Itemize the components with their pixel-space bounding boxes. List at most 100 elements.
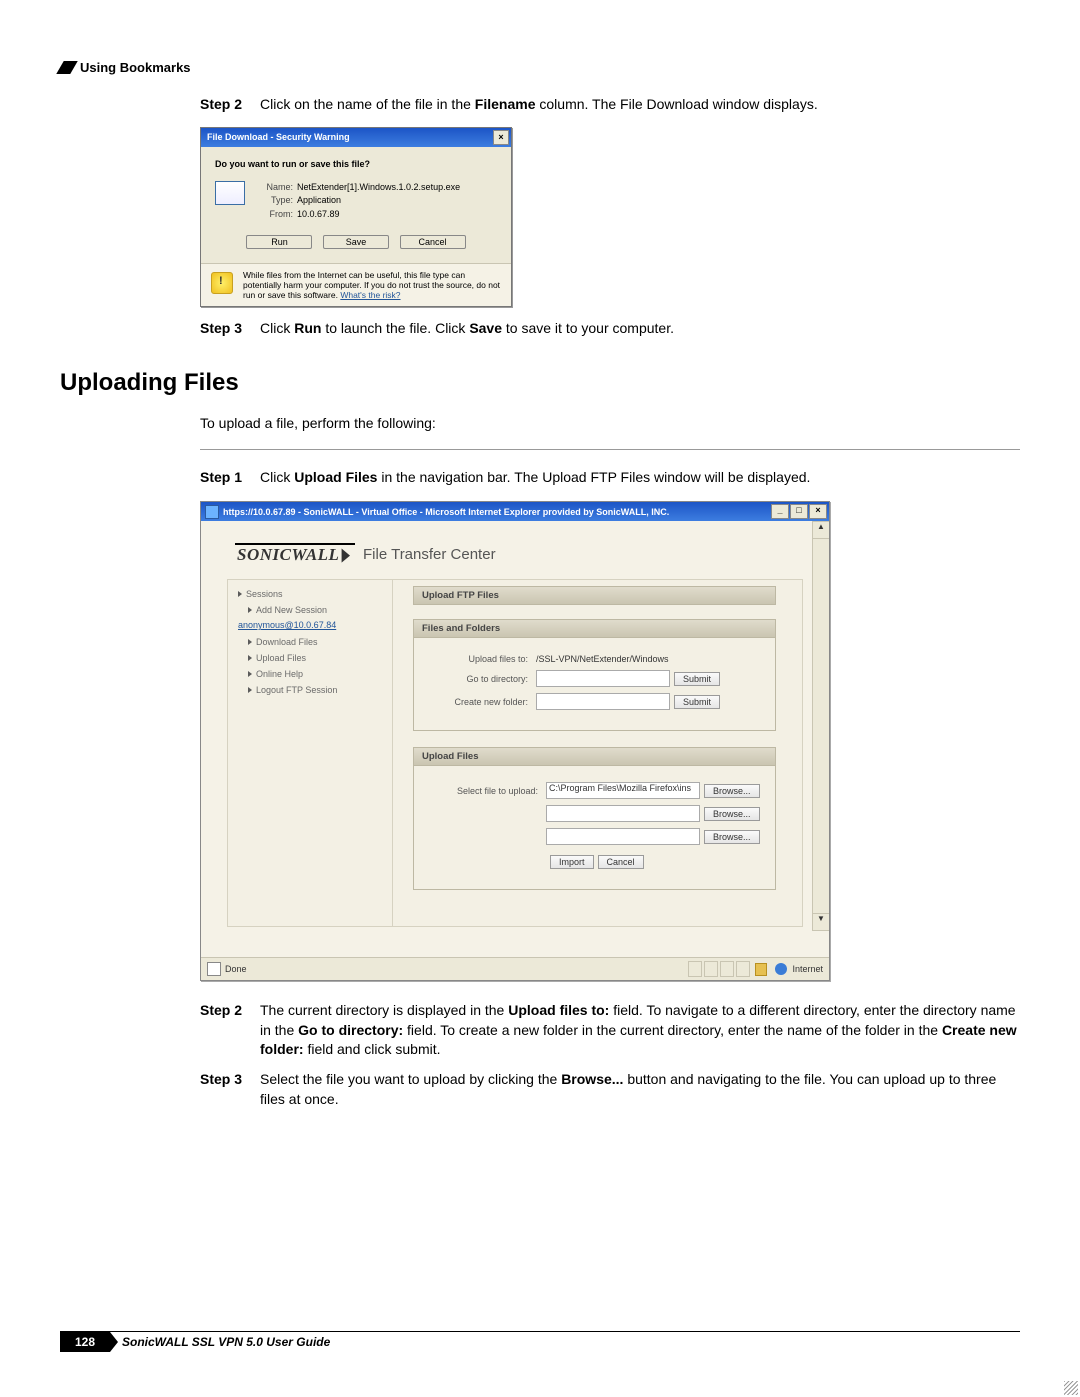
footer: 128 SonicWALL SSL VPN 5.0 User Guide <box>60 1331 1020 1361</box>
browse-button-3[interactable]: Browse... <box>704 830 760 844</box>
section-files-folders: Files and Folders <box>413 619 776 638</box>
status-internet: Internet <box>792 964 823 974</box>
t: Go to directory: <box>298 1022 403 1038</box>
from-value: 10.0.67.89 <box>297 208 340 222</box>
t: Logout FTP Session <box>256 685 337 695</box>
window-controls: _ □ × <box>771 504 827 519</box>
t: in the navigation bar. The Upload FTP Fi… <box>377 469 810 485</box>
run-button[interactable]: Run <box>246 235 312 249</box>
type-value: Application <box>297 194 341 208</box>
scroll-up-icon[interactable]: ▲ <box>813 521 829 539</box>
goto-submit-button[interactable]: Submit <box>674 672 720 686</box>
lock-icon <box>755 963 767 976</box>
ustep1-row: Step 1 Click Upload Files in the navigat… <box>200 468 1020 488</box>
product-title: File Transfer Center <box>363 546 496 563</box>
step2-row: Step 2 Click on the name of the file in … <box>200 95 1020 115</box>
close-icon[interactable]: × <box>809 504 827 519</box>
header-title: Using Bookmarks <box>80 60 191 75</box>
name-value: NetExtender[1].Windows.1.0.2.setup.exe <box>297 181 460 195</box>
ustep2-label: Step 2 <box>200 1001 260 1060</box>
section-upload-ftp: Upload FTP Files <box>413 586 776 605</box>
browser-title: https://10.0.67.89 - SonicWALL - Virtual… <box>223 507 669 517</box>
ustep2-body: The current directory is displayed in th… <box>260 1001 1020 1060</box>
goto-dir-input[interactable] <box>536 670 670 687</box>
ie-icon <box>205 505 219 519</box>
step2-bold: Filename <box>475 96 536 112</box>
triangle-icon <box>238 591 242 597</box>
maximize-icon[interactable]: □ <box>790 504 808 519</box>
new-folder-input[interactable] <box>536 693 670 710</box>
files-folders-panel: Upload files to: /SSL-VPN/NetExtender/Wi… <box>413 638 776 731</box>
t: Click <box>260 320 294 336</box>
dialog-titlebar: File Download - Security Warning × <box>201 128 511 147</box>
sidebar-item-logout[interactable]: Logout FTP Session <box>246 682 384 698</box>
goto-dir-label: Go to directory: <box>426 674 528 684</box>
t: to launch the file. Click <box>321 320 469 336</box>
main-panel: Upload FTP Files Files and Folders Uploa… <box>393 580 786 926</box>
whats-the-risk-link[interactable]: What's the risk? <box>340 290 400 300</box>
upload-files-panel: Select file to upload: C:\Program Files\… <box>413 766 776 890</box>
t: Click <box>260 469 294 485</box>
sidebar-item-help[interactable]: Online Help <box>246 666 384 682</box>
newfolder-submit-button[interactable]: Submit <box>674 695 720 709</box>
ustep1-label: Step 1 <box>200 468 260 488</box>
t: Upload Files <box>294 469 377 485</box>
file-input-3[interactable] <box>546 828 700 845</box>
file-input-1[interactable]: C:\Program Files\Mozilla Firefox\ins <box>546 782 700 799</box>
ustep2-row: Step 2 The current directory is displaye… <box>200 1001 1020 1060</box>
import-button[interactable]: Import <box>550 855 594 869</box>
t: Add New Session <box>256 605 327 615</box>
sidebar-item-add-session[interactable]: Add New Session <box>246 602 384 618</box>
logo-row: SONICWALL▶ File Transfer Center <box>209 529 821 579</box>
scroll-down-icon[interactable]: ▼ <box>813 913 829 931</box>
step2-body: Click on the name of the file in the Fil… <box>260 95 1020 115</box>
status-cell <box>688 961 702 977</box>
step2-pre: Click on the name of the file in the <box>260 96 475 112</box>
browse-button-1[interactable]: Browse... <box>704 784 760 798</box>
file-input-2[interactable] <box>546 805 700 822</box>
sidebar-item-upload[interactable]: Upload Files <box>246 650 384 666</box>
minimize-icon[interactable]: _ <box>771 504 789 519</box>
sidebar-item-sessions[interactable]: Sessions <box>236 586 384 602</box>
ustep3-label: Step 3 <box>200 1070 260 1109</box>
resize-grip-icon[interactable] <box>1064 1381 1078 1395</box>
t: Upload Files <box>256 653 306 663</box>
intro-text: To upload a file, perform the following: <box>200 415 1020 431</box>
file-download-dialog: File Download - Security Warning × Do yo… <box>200 127 512 308</box>
new-folder-label: Create new folder: <box>426 697 528 707</box>
close-icon[interactable]: × <box>493 130 509 145</box>
header: Using Bookmarks <box>60 60 1020 75</box>
t: Save <box>469 320 502 336</box>
scrollbar[interactable]: ▲ ▼ <box>812 521 829 931</box>
step3-row: Step 3 Click Run to launch the file. Cli… <box>200 319 1020 339</box>
cancel-button[interactable]: Cancel <box>400 235 466 249</box>
t: Run <box>294 320 321 336</box>
sonicwall-logo: SONICWALL▶ <box>235 543 355 565</box>
save-button[interactable]: Save <box>323 235 389 249</box>
browser-titlebar: https://10.0.67.89 - SonicWALL - Virtual… <box>201 502 829 521</box>
t: Browse... <box>561 1071 623 1087</box>
type-label: Type: <box>257 194 293 208</box>
status-bar: Done Internet <box>201 957 829 980</box>
sidebar: Sessions Add New Session anonymous@10.0.… <box>228 580 393 926</box>
status-cell <box>704 961 718 977</box>
triangle-icon <box>248 607 252 613</box>
from-label: From: <box>257 208 293 222</box>
sidebar-item-download[interactable]: Download Files <box>246 634 384 650</box>
cancel-upload-button[interactable]: Cancel <box>598 855 644 869</box>
t: to save it to your computer. <box>502 320 674 336</box>
warning-bar: While files from the Internet can be use… <box>201 263 511 306</box>
step3-label: Step 3 <box>200 319 260 339</box>
browse-button-2[interactable]: Browse... <box>704 807 760 821</box>
t: Sessions <box>246 589 283 599</box>
section-upload-files: Upload Files <box>413 747 776 766</box>
ustep3-row: Step 3 Select the file you want to uploa… <box>200 1070 1020 1109</box>
step2-label: Step 2 <box>200 95 260 115</box>
step3-body: Click Run to launch the file. Click Save… <box>260 319 1020 339</box>
status-done: Done <box>225 964 247 974</box>
triangle-icon <box>248 687 252 693</box>
sidebar-session-link[interactable]: anonymous@10.0.67.84 <box>238 620 384 630</box>
ustep3-body: Select the file you want to upload by cl… <box>260 1070 1020 1109</box>
globe-icon <box>775 963 787 975</box>
uploading-files-heading: Uploading Files <box>60 369 1020 397</box>
